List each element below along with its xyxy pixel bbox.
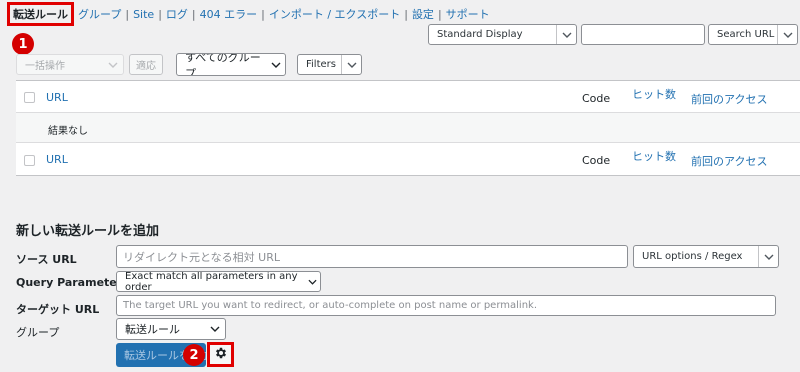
url-options-value: URL options / Regex (642, 251, 743, 262)
nav-separator: | (191, 7, 196, 21)
column-header-last-access[interactable]: 前回のアクセス (691, 91, 767, 107)
redirects-table: URL Code ヒット数 前回のアクセス 結果なし URL Code ヒット数… (16, 80, 800, 176)
column-footer-last-access[interactable]: 前回のアクセス (691, 153, 767, 169)
url-options-select[interactable]: URL options / Regex (633, 245, 779, 268)
group-label: グループ (16, 326, 60, 339)
group-filter-select[interactable]: すべてのグループ (176, 53, 286, 76)
target-url-placeholder: The target URL you want to redirect, or … (123, 300, 538, 311)
chevron-down-icon (266, 54, 285, 75)
group-select[interactable]: 転送ルール (116, 318, 226, 340)
chevron-down-icon (103, 55, 123, 74)
column-header-url[interactable]: URL (46, 91, 68, 104)
select-all-checkbox[interactable] (24, 92, 35, 103)
source-url-input[interactable]: リダイレクト元となる相対 URL (116, 245, 628, 268)
target-url-label: ターゲット URL (16, 303, 100, 316)
filters-select[interactable]: Filters (297, 54, 362, 75)
chevron-down-icon (758, 246, 778, 267)
apply-button[interactable]: 適応 (129, 54, 163, 75)
table-header-row: URL Code ヒット数 前回のアクセス (16, 81, 800, 113)
nav-item-404[interactable]: 404 エラー (200, 6, 258, 22)
column-footer-code: Code (582, 154, 611, 167)
source-url-label: ソース URL (16, 253, 77, 266)
nav-item-redirects[interactable]: 転送ルール (7, 2, 74, 26)
column-header-code: Code (582, 92, 611, 105)
target-url-input[interactable]: The target URL you want to redirect, or … (116, 295, 776, 316)
select-all-checkbox[interactable] (24, 155, 35, 166)
nav-separator: | (158, 7, 162, 21)
search-input[interactable] (581, 24, 705, 45)
add-redirect-title: 新しい転送ルールを追加 (16, 224, 160, 239)
step-badge-2: 2 (183, 344, 205, 366)
group-filter-value: すべてのグループ (185, 53, 261, 76)
search-type-select[interactable]: Search URL (708, 24, 798, 45)
nav-item-import-export[interactable]: インポート / エクスポート (269, 6, 400, 22)
table-empty-row: 結果なし (16, 113, 800, 143)
bulk-action-value: 一括操作 (25, 61, 65, 72)
column-header-hits[interactable]: ヒット数 (632, 86, 676, 102)
nav-separator: | (404, 7, 408, 21)
step-badge-1: 1 (12, 33, 34, 55)
display-select[interactable]: Standard Display (428, 24, 577, 45)
nav-item-logs[interactable]: ログ (166, 6, 188, 22)
chevron-down-icon (205, 319, 225, 339)
gear-icon (214, 346, 228, 363)
search-type-value: Search URL (717, 29, 775, 40)
nav-item-support[interactable]: サポート (446, 6, 490, 22)
display-select-value: Standard Display (437, 29, 523, 40)
table-footer-row: URL Code ヒット数 前回のアクセス (16, 143, 800, 175)
column-footer-url[interactable]: URL (46, 153, 68, 166)
query-parameters-select[interactable]: Exact match all parameters in any order (116, 271, 321, 292)
column-footer-hits[interactable]: ヒット数 (632, 148, 676, 164)
chevron-down-icon (341, 55, 361, 74)
chevron-down-icon (306, 272, 320, 291)
advanced-settings-button[interactable] (207, 342, 234, 367)
group-select-value: 転送ルール (125, 323, 180, 336)
nav-item-site[interactable]: Site (133, 8, 154, 21)
nav-separator: | (125, 7, 130, 21)
chevron-down-icon (777, 25, 797, 44)
sub-navigation: 転送ルール グループ | Site | ログ | 404 エラー | インポート… (7, 2, 490, 26)
query-parameters-label: Query Parameters (16, 276, 129, 289)
bulk-action-select[interactable]: 一括操作 (16, 54, 124, 75)
nav-item-settings[interactable]: 設定 (412, 6, 434, 22)
nav-separator: | (261, 7, 265, 21)
chevron-down-icon (556, 25, 576, 44)
source-url-placeholder: リダイレクト元となる相対 URL (123, 250, 280, 264)
nav-item-groups[interactable]: グループ (78, 6, 121, 22)
nav-separator: | (437, 7, 442, 21)
query-parameters-value: Exact match all parameters in any order (125, 271, 298, 292)
empty-message: 結果なし (48, 126, 88, 137)
filters-label: Filters (306, 59, 336, 70)
